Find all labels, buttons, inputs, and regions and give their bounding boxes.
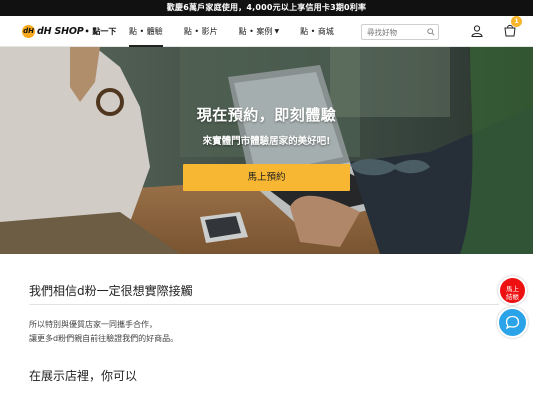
book-now-button[interactable]: 馬上預約: [183, 164, 350, 191]
menu-item-mall[interactable]: 點 • 商城: [300, 16, 334, 47]
section-divider: [29, 304, 499, 305]
menu-label-mall: 點 • 商城: [300, 27, 334, 36]
chat-button[interactable]: [497, 307, 528, 338]
top-navigation: dH dH SHOP • 點一下 點 • 體驗 點 • 影片 點 • 案例 ▼ 點…: [0, 16, 533, 47]
menu-label-videos: 點 • 影片: [183, 27, 218, 36]
search-icon[interactable]: [427, 28, 435, 36]
menu-label-cases: 點 • 案例: [238, 27, 273, 36]
intro-paragraph: 所以特別與優質店家一同攜手合作， 讓更多d粉們親自前往驗證我們的好商品。: [29, 318, 178, 346]
hero-banner: 現在預約，即刻體驗 來實體門市體驗居家的美好吧! 馬上預約: [0, 47, 533, 254]
logo-subtitle: • 點一下: [84, 27, 117, 36]
intro-line-2: 讓更多d粉們親自前往驗證我們的好商品。: [29, 334, 179, 343]
user-icon[interactable]: [471, 25, 483, 37]
cart-count-badge: 1: [511, 16, 522, 27]
checkout-line-1: 馬上: [506, 285, 519, 293]
logo-mark: dH: [22, 25, 35, 38]
menu-item-cases[interactable]: 點 • 案例 ▼: [239, 16, 279, 47]
main-menu: 點 • 體驗 點 • 影片 點 • 案例 ▼ 點 • 商城: [129, 16, 355, 47]
chevron-down-icon: ▼: [274, 28, 280, 35]
hero-title: 現在預約，即刻體驗: [196, 106, 337, 124]
quick-checkout-button[interactable]: 馬上 結帳: [498, 276, 527, 305]
checkout-line-2: 結帳: [506, 293, 519, 301]
site-logo[interactable]: dH dH SHOP • 點一下: [22, 24, 116, 39]
promo-bar: 歡慶6萬戶家庭使用，4,000元以上享信用卡3期0利率: [0, 0, 533, 16]
chat-bubble-icon: [505, 315, 520, 330]
logo-text: dH SHOP: [37, 26, 84, 37]
hero-subtitle: 來實體門市體驗居家的美好吧!: [202, 136, 331, 147]
menu-item-videos[interactable]: 點 • 影片: [184, 16, 218, 47]
menu-label-experience: 點 • 體驗: [129, 27, 163, 36]
intro-line-1: 所以特別與優質店家一同攜手合作，: [29, 320, 157, 329]
section-heading-showroom: 在展示店裡，你可以: [29, 369, 138, 383]
section-heading-intro: 我們相信d粉一定很想實際接觸: [29, 284, 193, 298]
menu-item-experience[interactable]: 點 • 體驗: [129, 16, 163, 47]
hero-background-image: [0, 47, 533, 254]
